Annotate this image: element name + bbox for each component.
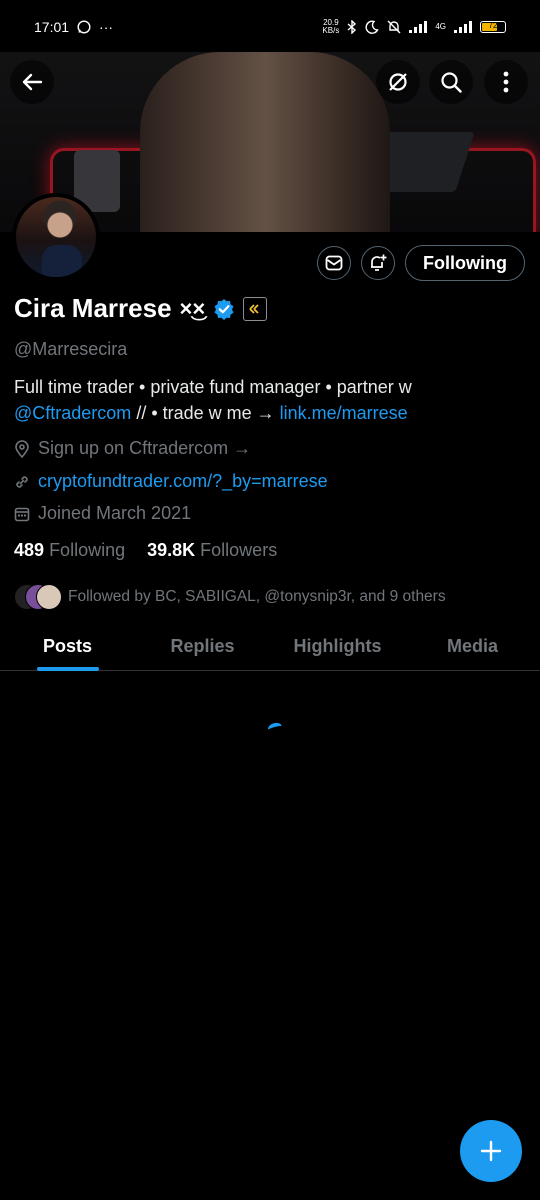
name-row: Cira Marrese ×͜×: [14, 293, 268, 324]
follower-avatars: [14, 584, 62, 610]
professional-category[interactable]: Sign up on Cftradercom →: [14, 438, 251, 459]
name-emoji: ×͜×: [179, 295, 206, 321]
profile-handle: @Marresecira: [14, 339, 128, 359]
location-pin-icon: [15, 439, 29, 458]
verified-badge-icon[interactable]: [213, 298, 235, 320]
dnd-moon-icon: [365, 20, 379, 34]
joined-row: Joined March 2021: [14, 503, 191, 524]
notify-button[interactable]: [361, 246, 396, 280]
followers-count-link[interactable]: 39.8K Followers: [147, 540, 277, 561]
bluetooth-icon: [347, 20, 357, 34]
followed-by-row[interactable]: Followed by BC, SABIIGAL, @tonysnip3r, a…: [14, 584, 446, 610]
grok-button[interactable]: [376, 60, 420, 104]
bio-url-link[interactable]: link.me/marrese: [280, 403, 408, 423]
signal-2-icon: [454, 21, 472, 33]
mute-bell-icon: [387, 20, 401, 34]
bell-plus-icon: [371, 254, 387, 271]
website-row: cryptofundtrader.com/?_by=marrese: [14, 471, 328, 492]
status-time: 17:01: [34, 19, 70, 35]
more-vertical-icon: [503, 71, 509, 93]
affiliate-badge-icon[interactable]: [243, 296, 268, 321]
compose-post-button[interactable]: [460, 1120, 522, 1182]
mail-icon: [325, 255, 343, 271]
more-options-button[interactable]: [484, 60, 528, 104]
bio-mention-link[interactable]: @Cftradercom: [14, 403, 131, 423]
network-type: 4G: [435, 22, 446, 31]
loading-spinner: [266, 721, 284, 735]
plus-icon: [480, 1140, 502, 1162]
tab-replies[interactable]: Replies: [135, 622, 270, 670]
arrow-left-icon: [22, 73, 43, 91]
status-bar: 17:01 ··· 20.9 KB/s 4G 72: [0, 0, 540, 54]
back-button[interactable]: [10, 60, 54, 104]
search-icon: [441, 72, 462, 93]
following-count-link[interactable]: 489 Following: [14, 540, 125, 561]
grok-icon: [389, 73, 407, 91]
tab-highlights[interactable]: Highlights: [270, 622, 405, 670]
net-speed: 20.9 KB/s: [322, 18, 340, 35]
battery-icon: 72: [480, 21, 506, 33]
avatar[interactable]: [12, 193, 100, 281]
search-button[interactable]: [429, 60, 473, 104]
more-notifications-icon: ···: [99, 19, 114, 35]
message-button[interactable]: [317, 246, 352, 280]
whatsapp-icon: [77, 20, 91, 34]
signal-icon: [409, 21, 428, 33]
following-button[interactable]: Following: [405, 245, 525, 281]
link-icon: [16, 475, 28, 488]
website-link[interactable]: cryptofundtrader.com/?_by=marrese: [38, 471, 328, 492]
profile-actions: Following: [317, 245, 525, 281]
profile-tabs: Posts Replies Highlights Media: [0, 622, 540, 671]
profile-bio: Full time trader • private fund manager …: [14, 377, 412, 423]
display-name: Cira Marrese: [14, 293, 172, 323]
follower-avatar: [36, 584, 62, 610]
tab-media[interactable]: Media: [405, 622, 540, 670]
tab-posts[interactable]: Posts: [0, 622, 135, 671]
follow-counts: 489 Following 39.8K Followers: [14, 540, 277, 561]
calendar-icon: [14, 507, 30, 521]
